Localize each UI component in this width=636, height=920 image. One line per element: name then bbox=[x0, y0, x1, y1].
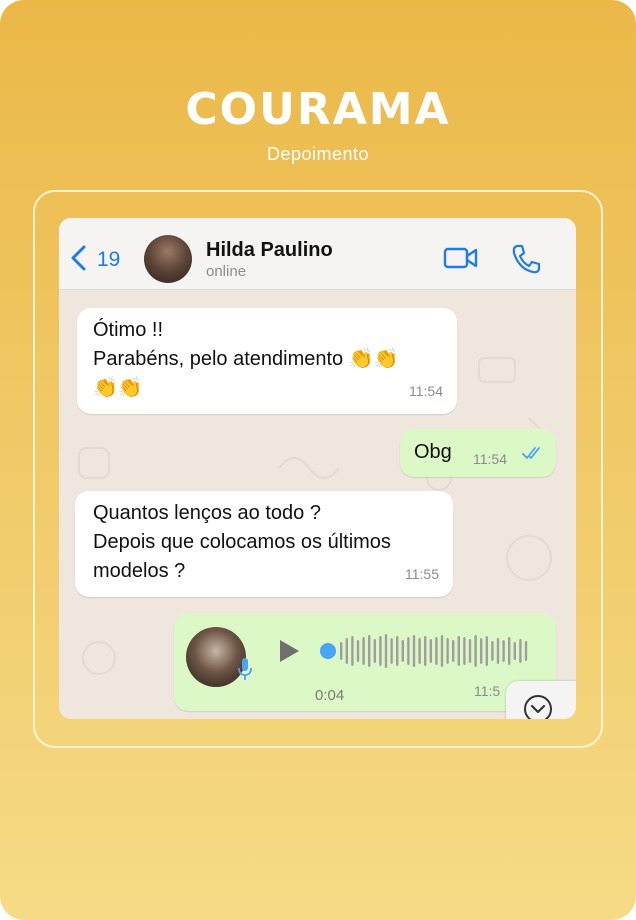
video-camera-icon[interactable] bbox=[443, 244, 479, 272]
waveform-bar bbox=[379, 636, 382, 666]
contact-status: online bbox=[206, 263, 247, 280]
message-incoming[interactable]: Quantos lenços ao todo ? Depois que colo… bbox=[75, 491, 453, 597]
waveform-bar bbox=[412, 635, 416, 667]
playback-position-handle[interactable] bbox=[320, 643, 336, 659]
waveform-bar bbox=[429, 639, 432, 663]
waveform-bar bbox=[496, 638, 500, 664]
sender-avatar bbox=[186, 627, 246, 687]
message-time: 11:55 bbox=[405, 566, 439, 582]
waveform-bar bbox=[452, 640, 455, 662]
waveform-bar bbox=[502, 640, 505, 662]
unread-count[interactable]: 19 bbox=[97, 248, 120, 272]
message-text: Quantos lenços ao todo ? Depois que colo… bbox=[93, 502, 391, 582]
waveform-bar bbox=[356, 640, 360, 662]
chevron-left-icon[interactable] bbox=[69, 244, 89, 272]
voice-duration: 0:04 bbox=[315, 687, 345, 704]
waveform-bar bbox=[390, 638, 393, 664]
play-icon[interactable] bbox=[278, 639, 300, 663]
message-time: 11:5 bbox=[474, 683, 501, 699]
waveform-bar bbox=[340, 642, 343, 660]
waveform-bar bbox=[373, 639, 376, 663]
waveform-bar bbox=[368, 635, 371, 667]
waveform-bar bbox=[418, 638, 421, 664]
chat-screenshot: 19 Hilda Paulino online Ótimo !! Parabén… bbox=[59, 218, 576, 719]
waveform-bar bbox=[519, 639, 522, 663]
waveform-bar bbox=[351, 636, 354, 666]
waveform-bar bbox=[396, 636, 399, 666]
waveform-bar bbox=[435, 637, 438, 665]
waveform-bar bbox=[474, 635, 477, 667]
waveform-bar bbox=[524, 641, 528, 661]
brand-logo: COURAMA bbox=[185, 84, 451, 135]
waveform-bar bbox=[480, 638, 483, 664]
microphone-icon bbox=[238, 658, 252, 680]
waveform-bar bbox=[457, 636, 460, 666]
message-time: 11:54 bbox=[409, 383, 443, 399]
message-text: Ótimo !! Parabéns, pelo atendimento 👏👏 👏… bbox=[93, 319, 399, 399]
waveform-bar bbox=[513, 642, 516, 660]
scroll-down-button[interactable] bbox=[506, 681, 576, 719]
brand-subtitle: Depoimento bbox=[266, 144, 370, 164]
message-incoming[interactable]: Ótimo !! Parabéns, pelo atendimento 👏👏 👏… bbox=[77, 308, 457, 414]
waveform bbox=[340, 634, 528, 668]
waveform-bar bbox=[384, 634, 388, 668]
message-outgoing[interactable]: Obg 11:54 bbox=[400, 429, 556, 477]
voice-message[interactable]: 0:04 11:5 bbox=[174, 613, 556, 711]
waveform-bar bbox=[508, 637, 511, 665]
message-time: 11:54 bbox=[473, 451, 507, 467]
waveform-bar bbox=[468, 639, 472, 663]
waveform-bar bbox=[440, 635, 444, 667]
waveform-bar bbox=[424, 636, 427, 666]
contact-name[interactable]: Hilda Paulino bbox=[206, 239, 333, 262]
contact-avatar[interactable] bbox=[144, 235, 192, 283]
waveform-bar bbox=[485, 636, 488, 666]
chat-header: 19 Hilda Paulino online bbox=[59, 218, 576, 290]
testimonial-card: COURAMA Depoimento 19 Hilda Paulino onli… bbox=[0, 0, 636, 920]
chevron-down-icon bbox=[524, 695, 552, 719]
phone-icon[interactable] bbox=[509, 242, 543, 276]
read-ticks-icon bbox=[522, 447, 540, 459]
waveform-bar bbox=[345, 638, 348, 664]
waveform-bar bbox=[362, 637, 365, 665]
waveform-bar bbox=[407, 637, 410, 665]
waveform-bar bbox=[463, 637, 466, 665]
waveform-bar bbox=[446, 638, 449, 664]
waveform-bar bbox=[491, 641, 494, 661]
waveform-bar bbox=[401, 640, 404, 662]
